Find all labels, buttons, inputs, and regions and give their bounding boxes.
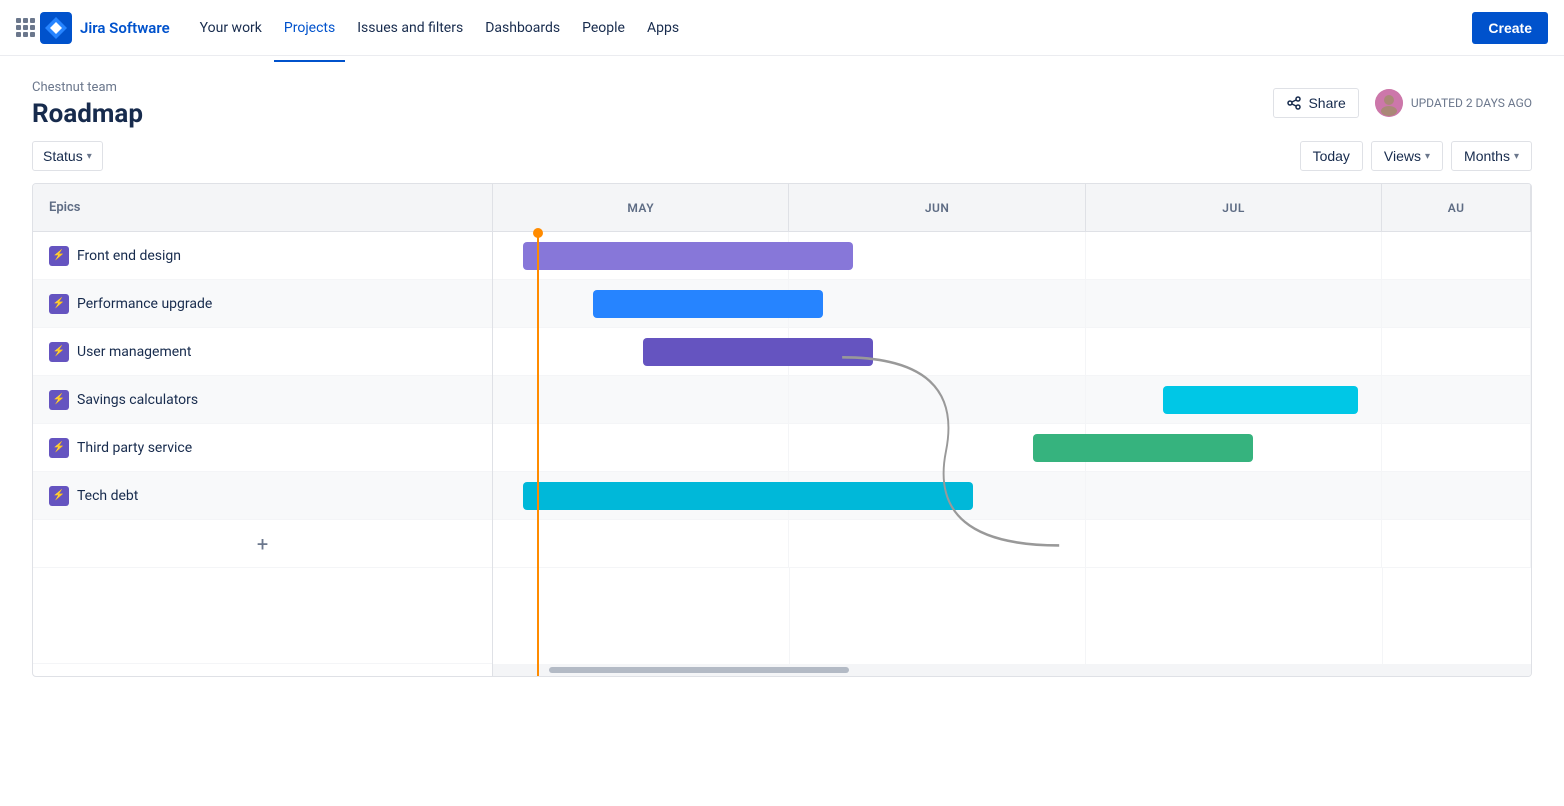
epic-row-performance-upgrade[interactable]: ⚡ Performance upgrade [33,280,492,328]
epics-header: Epics [33,184,492,232]
epic-row-front-end-design[interactable]: ⚡ Front end design [33,232,492,280]
gantt-row-3 [493,376,1531,424]
gantt-cell-aug-5 [1382,472,1531,519]
today-line [537,232,539,676]
gantt-scrollbar[interactable] [493,664,1531,676]
gantt-months: MAY JUN JUL AU [493,184,1531,232]
gantt-bar-user-management[interactable] [643,338,873,366]
views-label: Views [1384,148,1421,164]
epic-label: User management [77,344,191,360]
today-button[interactable]: Today [1300,141,1363,171]
gantt-panel: MAY JUN JUL AU [493,184,1531,676]
toolbar-right: Today Views ▾ Months ▾ [1300,141,1532,171]
updated-info: UPDATED 2 DAYS AGO [1375,89,1532,117]
views-button[interactable]: Views ▾ [1371,141,1443,171]
status-chevron-icon: ▾ [87,151,92,162]
gantt-cell-jul-1 [1086,280,1382,327]
epic-label: Performance upgrade [77,296,212,312]
add-icon: + [257,532,268,556]
nav-items: Your work Projects Issues and filters Da… [190,12,1469,44]
page-header-actions: Share UPDATED 2 DAYS AGO [1273,80,1532,118]
gantt-bar-front-end-design[interactable] [523,242,853,270]
gantt-cell-aug-1 [1382,280,1531,327]
avatar [1375,89,1403,117]
month-may: MAY [493,184,789,231]
nav-dashboards[interactable]: Dashboards [475,12,570,44]
updated-label: UPDATED 2 DAYS AGO [1411,96,1532,110]
epic-row-savings-calculators[interactable]: ⚡ Savings calculators [33,376,492,424]
epic-icon: ⚡ [49,438,69,458]
gantt-cell-jun-1 [789,280,1085,327]
create-button[interactable]: Create [1472,12,1548,44]
epics-panel: Epics ⚡ Front end design ⚡ Performance u… [33,184,493,676]
nav-apps[interactable]: Apps [637,12,689,44]
gantt-row-0 [493,232,1531,280]
gantt-body [493,232,1531,676]
nav-your-work[interactable]: Your work [190,12,272,44]
scrollbar-thumb[interactable] [549,667,849,673]
gantt-add-row [493,520,1531,568]
gantt-row-5 [493,472,1531,520]
roadmap: Epics ⚡ Front end design ⚡ Performance u… [32,183,1532,677]
month-aug: AU [1382,184,1531,231]
gantt-bar-third-party-service[interactable] [1033,434,1253,462]
month-jul: JUL [1086,184,1382,231]
views-chevron-icon: ▾ [1425,151,1430,162]
months-button[interactable]: Months ▾ [1451,141,1532,171]
page-title: Roadmap [32,99,143,129]
gantt-row-2 [493,328,1531,376]
gantt-row-1 [493,280,1531,328]
gantt-cell-jul-2 [1086,328,1382,375]
epic-label: Tech debt [77,488,138,504]
epic-row-tech-debt[interactable]: ⚡ Tech debt [33,472,492,520]
status-label: Status [43,148,83,164]
gantt-cell-jun-3 [789,376,1085,423]
gantt-cell-jul-0 [1086,232,1382,279]
toolbar: Status ▾ Today Views ▾ Months ▾ [0,129,1564,183]
breadcrumb: Chestnut team [32,80,143,95]
gantt-cell-aug-2 [1382,328,1531,375]
share-icon [1286,95,1302,111]
logo-text: Jira Software [80,19,170,37]
nav-issues-filters[interactable]: Issues and filters [347,12,473,44]
page-header: Chestnut team Roadmap Share UPDATED 2 DA… [0,56,1564,129]
epic-label: Front end design [77,248,181,264]
epic-icon: ⚡ [49,294,69,314]
gantt-bar-savings-calculators[interactable] [1163,386,1358,414]
epic-row-user-management[interactable]: ⚡ User management [33,328,492,376]
months-label: Months [1464,148,1510,164]
epic-icon: ⚡ [49,486,69,506]
epic-icon: ⚡ [49,342,69,362]
months-chevron-icon: ▾ [1514,151,1519,162]
gantt-cell-aug-3 [1382,376,1531,423]
gantt-bar-tech-debt[interactable] [523,482,973,510]
epic-row-third-party-service[interactable]: ⚡ Third party service [33,424,492,472]
epic-icon: ⚡ [49,390,69,410]
today-dot [533,228,543,238]
nav-people[interactable]: People [572,12,635,44]
gantt-row-4 [493,424,1531,472]
logo[interactable]: Jira Software [40,12,170,44]
month-jun: JUN [789,184,1085,231]
epic-label: Savings calculators [77,392,198,408]
epic-icon: ⚡ [49,246,69,266]
nav-projects[interactable]: Projects [274,12,345,44]
empty-area [33,568,492,664]
status-filter-button[interactable]: Status ▾ [32,141,103,171]
share-button[interactable]: Share [1273,88,1358,118]
grid-menu-icon[interactable] [16,18,36,38]
add-epic-button[interactable]: + [33,520,492,568]
gantt-cell-jul-5 [1086,472,1382,519]
navbar: Jira Software Your work Projects Issues … [0,0,1564,56]
gantt-cell-aug-4 [1382,424,1531,471]
gantt-empty-bottom [493,568,1531,664]
epic-label: Third party service [77,440,192,456]
gantt-cell-aug-0 [1382,232,1531,279]
share-label: Share [1308,95,1345,111]
gantt-bar-performance-upgrade[interactable] [593,290,823,318]
